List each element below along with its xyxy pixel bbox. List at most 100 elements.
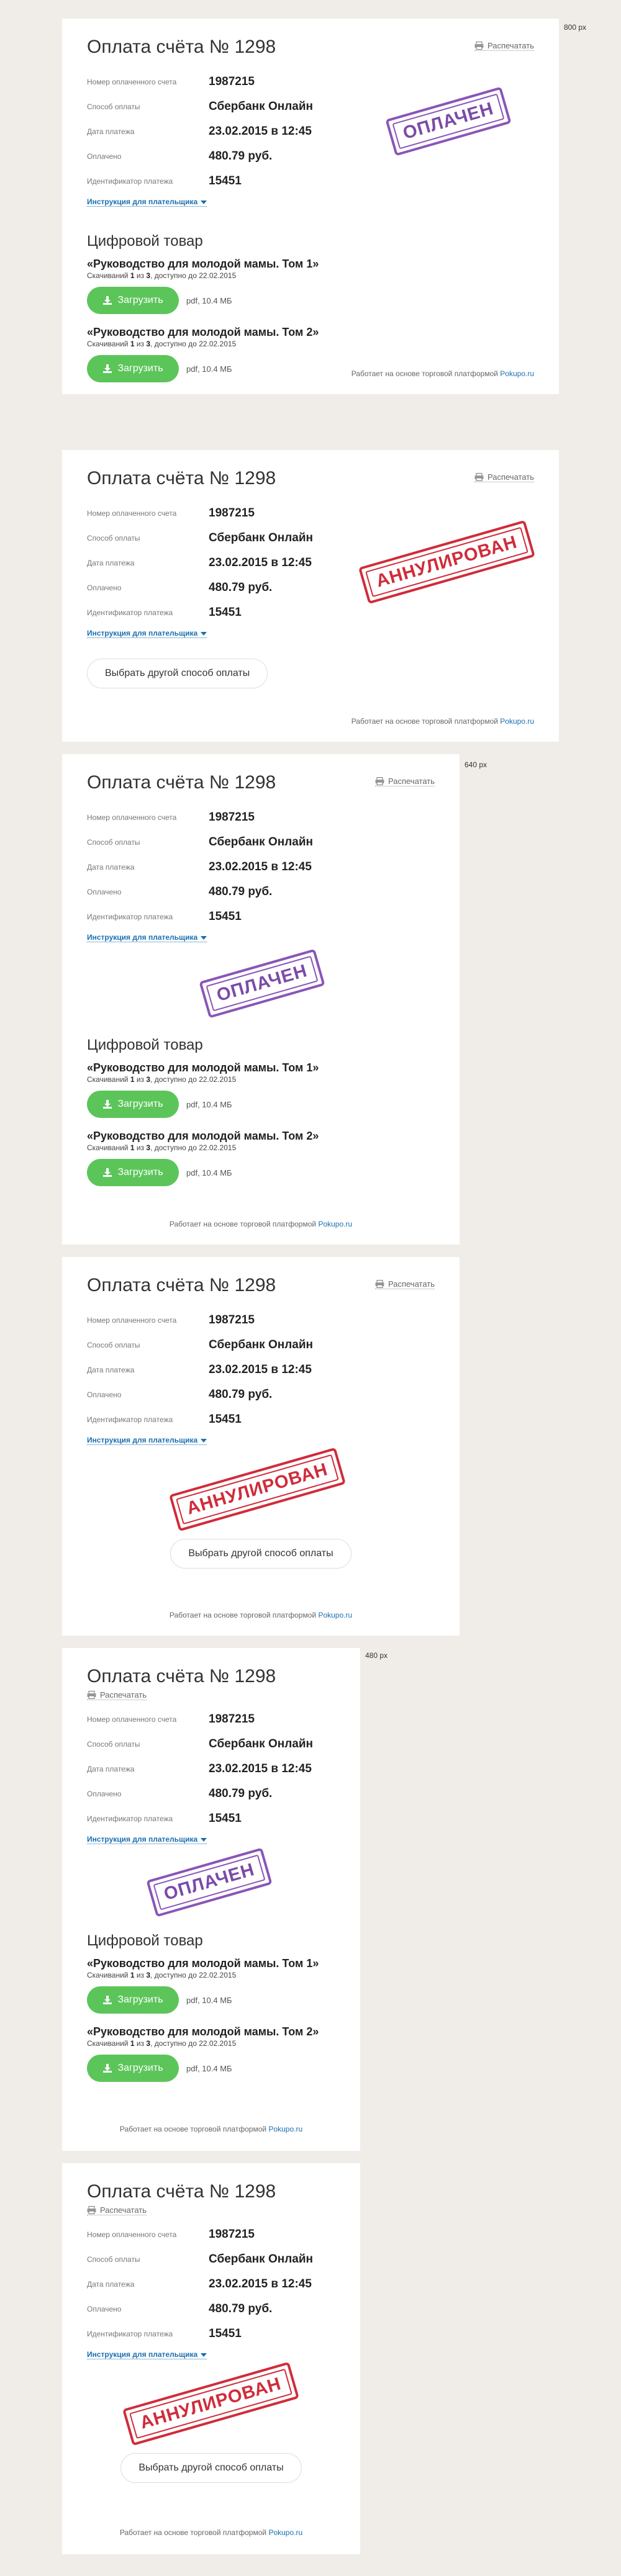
print-button[interactable]: Распечатать [374, 1279, 435, 1289]
file-info: pdf, 10.4 МБ [186, 2063, 232, 2073]
pokupo-link[interactable]: Pokupo.ru [318, 1611, 352, 1619]
instructions-link[interactable]: Инструкция для плательщика [87, 933, 207, 942]
print-label: Распечатать [487, 472, 534, 482]
field-label: Дата платежа [87, 127, 135, 136]
download-icon [102, 1168, 112, 1178]
field-label: Способ оплаты [87, 1740, 140, 1749]
invoice-card-800-annulled: Оплата счёта № 1298 Распечатать Номер оп… [62, 450, 559, 742]
field-value: 15451 [209, 910, 242, 923]
caret-down-icon [201, 1837, 207, 1842]
field-payment-id: Идентификатор платежа 15451 [87, 904, 435, 929]
field-label: Оплачено [87, 583, 122, 592]
print-button[interactable]: Распечатать [87, 2205, 147, 2215]
field-value: 15451 [209, 1413, 242, 1426]
width-label-480: 480 px [365, 1651, 388, 1660]
pokupo-link[interactable]: Pokupo.ru [268, 2125, 302, 2133]
print-button[interactable]: Распечатать [474, 472, 534, 482]
print-button[interactable]: Распечатать [87, 1690, 147, 1700]
pokupo-link[interactable]: Pokupo.ru [318, 1220, 352, 1228]
instructions-link[interactable]: Инструкция для плательщика [87, 197, 207, 207]
field-payment-id: Идентификатор платежа 15451 [87, 2322, 335, 2346]
pokupo-link[interactable]: Pokupo.ru [500, 717, 534, 726]
download-button[interactable]: Загрузить [87, 1986, 179, 2014]
printer-icon [375, 1280, 384, 1288]
print-button[interactable]: Распечатать [374, 777, 435, 786]
field-value: 23.02.2015 в 12:45 [209, 125, 312, 138]
download-button[interactable]: Загрузить [87, 1091, 179, 1118]
other-method-button[interactable]: Выбрать другой способ оплаты [87, 659, 268, 688]
footer: Работает на основе торговой платформой P… [169, 1220, 353, 1228]
field-value: 480.79 руб. [209, 1388, 273, 1401]
download-icon [102, 1099, 112, 1109]
field-payment-id: Идентификатор платежа 15451 [87, 600, 534, 625]
annulled-stamp: АННУЛИРОВАН [122, 2361, 299, 2446]
instructions-link[interactable]: Инструкция для плательщика [87, 1436, 207, 1445]
item-downloads: Скачиваний 1 из 3, доступно до 22.02.201… [87, 1075, 237, 1084]
digital-goods-title: Цифровой товар [87, 1932, 203, 1949]
field-value: 480.79 руб. [209, 1787, 273, 1800]
printer-icon [474, 473, 484, 481]
caret-down-icon [201, 631, 207, 636]
instructions-label: Инструкция для плательщика [87, 1835, 198, 1844]
field-paid-amount: Оплачено 480.79 руб. [87, 2297, 335, 2322]
field-invoice-number: Номер оплаченного счета 1987215 [87, 805, 435, 830]
field-label: Идентификатор платежа [87, 2330, 173, 2338]
field-value: 23.02.2015 в 12:45 [209, 1762, 312, 1775]
field-invoice-number: Номер оплаченного счета 1987215 [87, 70, 534, 94]
footer: Работает на основе торговой платформой P… [119, 2125, 303, 2133]
invoice-card-800-paid: Оплата счёта № 1298 Распечатать Номер оп… [62, 19, 559, 394]
download-button[interactable]: Загрузить [87, 2055, 179, 2082]
print-label: Распечатать [487, 41, 534, 50]
field-payment-date: Дата платежа 23.02.2015 в 12:45 [87, 1358, 435, 1382]
paid-stamp: ОПЛАЧЕН [146, 1847, 273, 1917]
pokupo-link[interactable]: Pokupo.ru [268, 2528, 302, 2537]
instructions-link[interactable]: Инструкция для плательщика [87, 2350, 207, 2359]
file-info: pdf, 10.4 МБ [186, 1995, 232, 2005]
pokupo-link[interactable]: Pokupo.ru [500, 369, 534, 378]
page-title: Оплата счёта № 1298 [87, 37, 276, 57]
print-button[interactable]: Распечатать [474, 41, 534, 51]
other-method-button[interactable]: Выбрать другой способ оплаты [120, 2453, 302, 2483]
download-label: Загрузить [117, 1167, 163, 1178]
caret-down-icon [201, 200, 207, 204]
field-label: Способ оплаты [87, 534, 140, 543]
download-label: Загрузить [117, 1994, 163, 2005]
page-title: Оплата счёта № 1298 [87, 1666, 276, 1687]
field-payment-method: Способ оплаты Сбербанк Онлайн [87, 1333, 435, 1358]
field-paid-amount: Оплачено 480.79 руб. [87, 1382, 435, 1407]
field-label: Дата платежа [87, 863, 135, 871]
other-method-button[interactable]: Выбрать другой способ оплаты [170, 1539, 351, 1569]
print-label: Распечатать [100, 1690, 147, 1700]
file-info: pdf, 10.4 МБ [186, 1099, 232, 1109]
print-label: Распечатать [388, 1279, 435, 1289]
download-button[interactable]: Загрузить [87, 355, 179, 382]
download-label: Загрузить [117, 2063, 163, 2073]
printer-icon [474, 42, 484, 50]
field-label: Оплачено [87, 2305, 122, 2313]
digital-item: «Руководство для молодой мамы. Том 2» Ск… [87, 1129, 435, 1186]
field-value: Сбербанк Онлайн [209, 835, 313, 849]
instructions-link[interactable]: Инструкция для плательщика [87, 629, 207, 638]
download-button[interactable]: Загрузить [87, 1159, 179, 1186]
field-invoice-number: Номер оплаченного счета 1987215 [87, 1308, 435, 1333]
page-title: Оплата счёта № 1298 [87, 468, 276, 489]
field-value: 480.79 руб. [209, 581, 273, 594]
field-label: Дата платежа [87, 1366, 135, 1374]
print-label: Распечатать [100, 2205, 147, 2215]
footer: Работает на основе торговой платформой P… [351, 369, 534, 378]
field-payment-id: Идентификатор платежа 15451 [87, 1806, 335, 1831]
field-payment-date: Дата платежа 23.02.2015 в 12:45 [87, 855, 435, 880]
printer-icon [87, 2206, 96, 2214]
invoice-card-640-annulled: Оплата счёта № 1298 Распечатать Номер оп… [62, 1257, 460, 1636]
field-value: 23.02.2015 в 12:45 [209, 860, 312, 873]
field-value: 15451 [209, 2327, 242, 2340]
download-button[interactable]: Загрузить [87, 287, 179, 314]
field-value: 1987215 [209, 1313, 255, 1326]
field-invoice-number: Номер оплаченного счета 1987215 [87, 501, 534, 526]
field-label: Оплачено [87, 888, 122, 896]
printer-icon [87, 1691, 96, 1699]
field-payment-id: Идентификатор платежа 15451 [87, 1407, 435, 1432]
field-payment-date: Дата платежа 23.02.2015 в 12:45 [87, 2272, 335, 2297]
instructions-link[interactable]: Инструкция для плательщика [87, 1835, 207, 1844]
field-payment-date: Дата платежа 23.02.2015 в 12:45 [87, 1757, 335, 1781]
